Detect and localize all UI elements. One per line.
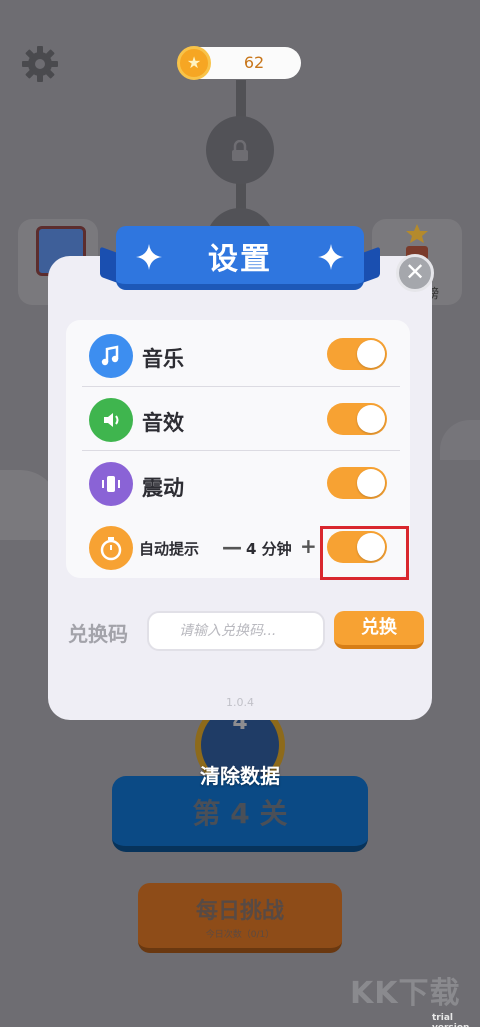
stopwatch-icon bbox=[89, 526, 133, 570]
music-note-icon bbox=[89, 334, 133, 378]
vibration-label: 震动 bbox=[142, 476, 184, 500]
highlight-box bbox=[320, 526, 409, 580]
toggle-knob bbox=[357, 469, 385, 497]
version-label: 1.0.4 bbox=[226, 696, 254, 709]
hint-interval-value: 4 分钟 bbox=[246, 540, 292, 558]
daily-challenge-title: 每日挑战 bbox=[195, 899, 284, 924]
daily-challenge-count: 今日次数（0/1） bbox=[205, 930, 275, 940]
auto-hint-label: 自动提示 bbox=[139, 540, 200, 558]
sfx-toggle[interactable] bbox=[327, 403, 387, 435]
hint-increase-button[interactable]: + bbox=[300, 534, 317, 558]
speaker-icon bbox=[89, 398, 133, 442]
hint-decrease-button[interactable]: — bbox=[222, 535, 242, 559]
redeem-code-label: 兑换码 bbox=[68, 622, 128, 646]
settings-title: 设置 bbox=[208, 242, 272, 277]
vibrate-icon bbox=[89, 462, 133, 506]
trial-version-label: trial version bbox=[432, 1013, 469, 1027]
music-label: 音乐 bbox=[142, 347, 184, 371]
settings-gear-icon[interactable] bbox=[20, 44, 60, 84]
coin-star-icon: ★ bbox=[177, 46, 211, 80]
watermark-logo: KK下载 bbox=[350, 976, 461, 1011]
divider bbox=[82, 386, 400, 387]
vibration-toggle[interactable] bbox=[327, 467, 387, 499]
music-toggle[interactable] bbox=[327, 338, 387, 370]
redeem-button[interactable]: 兑换 bbox=[334, 611, 424, 649]
coin-count: 62 bbox=[243, 53, 265, 72]
divider bbox=[82, 450, 400, 451]
toggle-knob bbox=[357, 405, 385, 433]
redeem-code-input[interactable]: 请输入兑换码... bbox=[147, 611, 325, 651]
lock-icon bbox=[232, 140, 248, 161]
sfx-label: 音效 bbox=[142, 411, 184, 435]
cloud-decoration bbox=[440, 420, 480, 460]
toggle-knob bbox=[357, 340, 385, 368]
close-button[interactable]: ✕ bbox=[396, 254, 434, 292]
clear-data-label[interactable]: 清除数据 bbox=[140, 760, 340, 789]
